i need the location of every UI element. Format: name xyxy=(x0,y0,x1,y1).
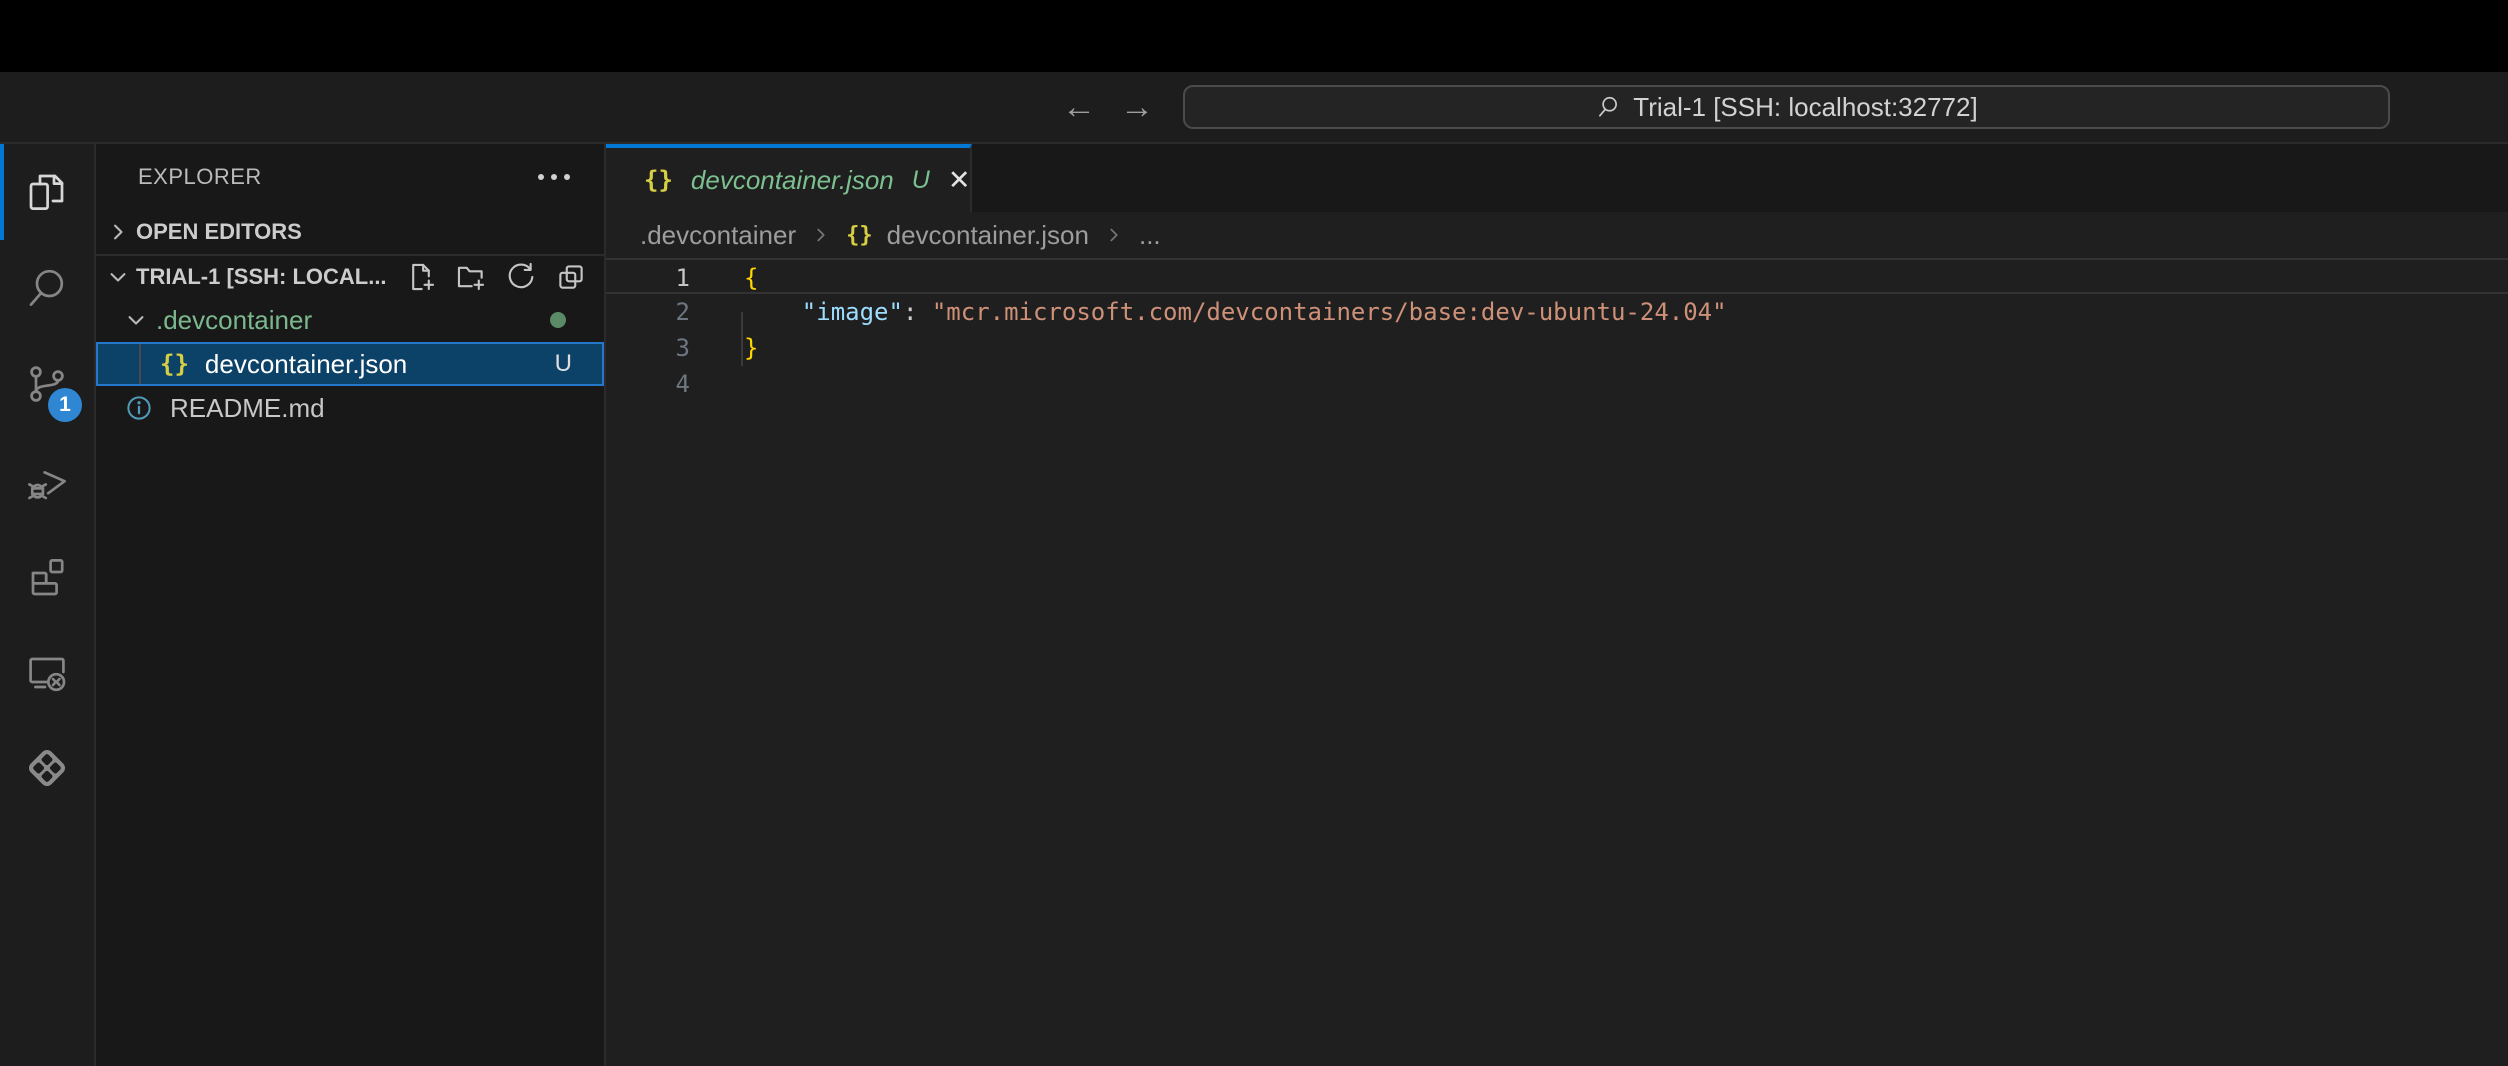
sidebar-title: EXPLORER xyxy=(138,164,262,190)
file-label: README.md xyxy=(170,393,325,424)
line-number: 3 xyxy=(606,330,690,366)
chevron-right-icon xyxy=(810,224,832,246)
tab-bar: {} devcontainer.json U ✕ xyxy=(606,144,2508,212)
line-number: 2 xyxy=(606,294,690,330)
activity-explorer[interactable] xyxy=(0,144,94,240)
file-label: devcontainer.json xyxy=(205,349,407,380)
code-line-4: 4 xyxy=(606,366,2508,402)
activity-custom-view[interactable] xyxy=(0,720,94,816)
git-untracked-badge: U xyxy=(555,350,572,378)
command-center-text: Trial-1 [SSH: localhost:32772] xyxy=(1633,92,1977,123)
search-icon xyxy=(23,264,71,312)
remote-explorer-icon xyxy=(23,648,71,696)
activity-bar: 1 xyxy=(0,144,96,1066)
code-indent xyxy=(744,298,802,326)
code-empty-line xyxy=(690,366,744,402)
git-modified-dot xyxy=(550,312,566,328)
section-workspace[interactable]: TRIAL-1 [SSH: LOCAL... xyxy=(96,254,604,298)
title-bar: ← → Trial-1 [SSH: localhost:32772] xyxy=(0,72,2508,144)
code-line-2: 2 "image": "mcr.microsoft.com/devcontain… xyxy=(606,294,2508,330)
forward-arrow-icon[interactable]: → xyxy=(1120,90,1154,124)
activity-extensions[interactable] xyxy=(0,528,94,624)
breadcrumb: .devcontainer {} devcontainer.json ... xyxy=(606,212,2508,258)
chevron-down-icon xyxy=(122,306,150,334)
editor-group: {} devcontainer.json U ✕ .devcontainer {… xyxy=(606,144,2508,1066)
activity-search[interactable] xyxy=(0,240,94,336)
chevron-down-icon xyxy=(104,263,132,291)
breadcrumb-file[interactable]: devcontainer.json xyxy=(887,220,1089,251)
search-icon xyxy=(1595,94,1621,120)
command-center[interactable]: Trial-1 [SSH: localhost:32772] xyxy=(1183,85,2390,129)
collapse-all-icon[interactable] xyxy=(554,260,588,294)
json-file-icon: {} xyxy=(644,166,673,194)
code-token-brace: { xyxy=(690,260,758,292)
json-file-icon: {} xyxy=(846,223,873,248)
chevron-right-icon xyxy=(104,218,132,246)
new-file-icon[interactable] xyxy=(404,260,438,294)
back-arrow-icon[interactable]: ← xyxy=(1062,90,1096,124)
activity-source-control[interactable]: 1 xyxy=(0,336,94,432)
tree-item-readme[interactable]: README.md xyxy=(96,386,604,430)
tab-dirty-badge: U xyxy=(912,166,930,195)
files-icon xyxy=(23,168,71,216)
line-number: 4 xyxy=(606,366,690,402)
code-line-1: 1 { xyxy=(606,258,2508,294)
explorer-sidebar: EXPLORER OPEN EDITORS TRIAL-1 [SSH: LOCA… xyxy=(96,144,606,1066)
code-editor[interactable]: 1 { 2 "image": "mcr.microsoft.com/devcon… xyxy=(606,258,2508,1066)
code-token-key: "image" xyxy=(802,298,903,326)
diamond-grid-icon xyxy=(22,743,72,793)
code-token-colon: : xyxy=(903,298,932,326)
run-debug-icon xyxy=(23,456,71,504)
activity-run-debug[interactable] xyxy=(0,432,94,528)
activity-remote-explorer[interactable] xyxy=(0,624,94,720)
tab-label: devcontainer.json xyxy=(691,165,894,196)
code-token-brace: } xyxy=(690,330,758,366)
extensions-icon xyxy=(23,552,71,600)
section-open-editors[interactable]: OPEN EDITORS xyxy=(96,210,604,254)
more-actions-icon[interactable] xyxy=(534,166,574,188)
scm-badge: 1 xyxy=(48,388,82,422)
line-number: 1 xyxy=(606,260,690,292)
code-line-3: 3 } xyxy=(606,330,2508,366)
breadcrumb-folder[interactable]: .devcontainer xyxy=(640,220,796,251)
breadcrumb-more[interactable]: ... xyxy=(1139,220,1161,251)
workspace-label: TRIAL-1 [SSH: LOCAL... xyxy=(136,264,387,290)
macos-top-strip xyxy=(0,0,2508,72)
indent-guide xyxy=(139,344,141,384)
tab-devcontainer-json[interactable]: {} devcontainer.json U ✕ xyxy=(606,144,972,212)
tree-item-devcontainer-json[interactable]: {} devcontainer.json U xyxy=(96,342,604,386)
refresh-icon[interactable] xyxy=(504,260,538,294)
close-icon[interactable]: ✕ xyxy=(948,167,971,194)
info-icon xyxy=(124,393,154,423)
chevron-right-icon xyxy=(1103,224,1125,246)
json-file-icon: {} xyxy=(160,350,189,378)
new-folder-icon[interactable] xyxy=(454,260,488,294)
open-editors-label: OPEN EDITORS xyxy=(136,219,302,245)
tree-item-devcontainer-folder[interactable]: .devcontainer xyxy=(96,298,604,342)
vscode-window: ← → Trial-1 [SSH: localhost:32772] xyxy=(0,0,2508,1066)
code-token-string: "mcr.microsoft.com/devcontainers/base:de… xyxy=(932,298,1727,326)
folder-label: .devcontainer xyxy=(156,305,312,336)
